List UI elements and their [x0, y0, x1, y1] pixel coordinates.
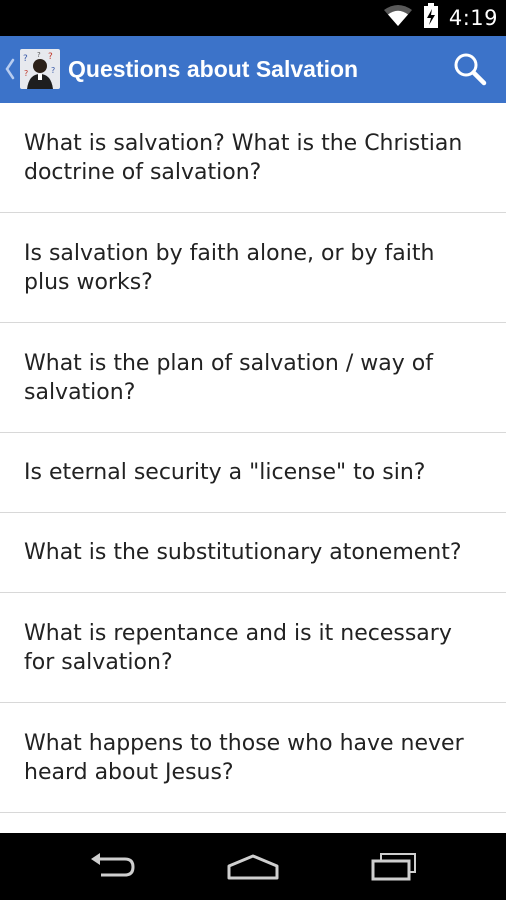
svg-text:?: ? [48, 52, 53, 62]
list-item-label: What happens to those who have never hea… [24, 730, 464, 785]
list-item[interactable]: What is salvation? What is the Christian… [0, 103, 506, 213]
list-item-label: Is eternal security a "license" to sin? [24, 460, 426, 485]
status-bar: 4:19 [0, 0, 506, 36]
navigation-bar [0, 833, 506, 900]
up-caret-icon[interactable] [4, 57, 16, 81]
list-item[interactable]: What is the substitutionary atonement? [0, 513, 506, 593]
app-logo[interactable]: ? ? ? ? ? [20, 49, 60, 89]
action-bar: ? ? ? ? ? Questions about Salvation [0, 36, 506, 103]
recent-apps-icon[interactable] [345, 833, 445, 900]
svg-text:?: ? [51, 66, 55, 75]
home-icon[interactable] [203, 833, 303, 900]
list-item-label: What is repentance and is it necessary f… [24, 620, 452, 675]
list-item[interactable]: What is the plan of salvation / way of s… [0, 323, 506, 433]
svg-text:?: ? [24, 69, 28, 78]
battery-charging-icon [423, 2, 439, 34]
list-item-label: What is the substitutionary atonement? [24, 540, 462, 565]
back-icon[interactable] [62, 833, 162, 900]
svg-text:?: ? [37, 51, 41, 59]
status-icons: 4:19 [383, 0, 498, 36]
list-item[interactable] [0, 813, 506, 833]
wifi-icon [383, 4, 413, 33]
list-item[interactable]: Is salvation by faith alone, or by faith… [0, 213, 506, 323]
list-item-label: What is salvation? What is the Christian… [24, 130, 463, 185]
list-item[interactable]: Is eternal security a "license" to sin? [0, 433, 506, 513]
list-item[interactable]: What is repentance and is it necessary f… [0, 593, 506, 703]
search-icon[interactable] [452, 51, 488, 87]
list-item-label: Is salvation by faith alone, or by faith… [24, 240, 435, 295]
svg-text:?: ? [23, 54, 28, 64]
list-item-label: What is the plan of salvation / way of s… [24, 350, 433, 405]
list-item[interactable]: What happens to those who have never hea… [0, 703, 506, 813]
question-list[interactable]: What is salvation? What is the Christian… [0, 103, 506, 833]
page-title: Questions about Salvation [68, 56, 359, 82]
status-time: 4:19 [448, 6, 498, 30]
